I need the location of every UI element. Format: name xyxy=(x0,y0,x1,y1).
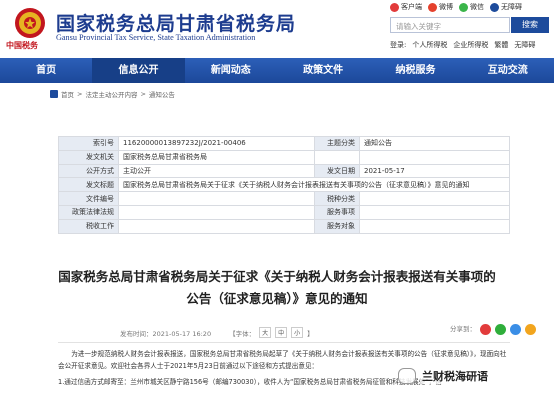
login-links: 登录: 个人所得税 企业所得税 繁體 无障碍 xyxy=(390,40,535,50)
table-row: 税收工作 服务对象 xyxy=(58,218,510,234)
login-link-personal-tax[interactable]: 个人所得税 xyxy=(412,40,447,50)
wechat-share-icon[interactable] xyxy=(495,324,506,335)
publish-time: 发布时间：2021-05-17 16:20 xyxy=(120,329,212,338)
table-row: 政策法律法规 服务事项 xyxy=(58,204,510,220)
document-title: 国家税务总局甘肃省税务局关于征求《关于纳税人财务会计报表报送有关事项的 公告（征… xyxy=(58,269,496,306)
table-row: 公开方式 主动公开 发文日期 2021-05-17 xyxy=(58,163,510,179)
main-nav: 首页 信息公开 新闻动态 政策文件 纳税服务 互动交流 xyxy=(0,58,554,83)
login-label: 登录: xyxy=(390,41,407,49)
wechat-logo-icon xyxy=(398,368,416,384)
weibo-share-icon[interactable] xyxy=(480,324,491,335)
top-links: 客户端 微博 微信 无障碍 xyxy=(390,2,522,12)
font-size-medium-button[interactable]: 中 xyxy=(275,327,288,338)
watermark-text: 兰财税海研语 xyxy=(420,368,490,384)
top-link-weibo[interactable]: 微博 xyxy=(428,2,453,12)
top-link-client[interactable]: 客户端 xyxy=(390,2,422,12)
more-share-icon[interactable] xyxy=(525,324,536,335)
weibo-icon xyxy=(428,2,437,12)
wechat-icon xyxy=(459,2,468,12)
traditional-chinese-link[interactable]: 繁體 xyxy=(494,40,508,50)
search-input[interactable]: 请输入关键字 xyxy=(390,17,510,33)
accessibility-link[interactable]: 无障碍 xyxy=(514,40,535,50)
table-row: 索引号 11620000013897232J/2021-00406 主题分类 通… xyxy=(58,136,510,151)
accessibility-icon xyxy=(490,2,499,12)
share-label: 分享到： xyxy=(450,325,476,333)
home-icon xyxy=(50,90,58,98)
breadcrumb: 首页 > 法定主动公开内容 > 通知公告 xyxy=(50,89,175,99)
breadcrumb-notices[interactable]: 通知公告 xyxy=(149,89,175,99)
top-link-wechat[interactable]: 微信 xyxy=(459,2,484,12)
qzone-share-icon[interactable] xyxy=(510,324,521,335)
nav-policy[interactable]: 政策文件 xyxy=(277,58,369,83)
font-size-small-button[interactable]: 小 xyxy=(291,327,304,338)
site-header: 中国税务 国家税务总局甘肃省税务局 Gansu Provincial Tax S… xyxy=(0,0,554,58)
divider xyxy=(58,342,510,343)
table-row: 发文标题 国家税务总局甘肃省税务局关于征求《关于纳税人财务会计报表报送有关事项的… xyxy=(58,177,510,193)
site-subtitle: Gansu Provincial Tax Service, State Taxa… xyxy=(56,33,256,42)
top-link-accessibility[interactable]: 无障碍 xyxy=(490,2,522,12)
emblem-caption: 中国税务 xyxy=(6,40,38,50)
login-link-corporate-tax[interactable]: 企业所得税 xyxy=(453,40,488,50)
table-row: 文件编号 税种分类 xyxy=(58,191,510,206)
font-size-large-button[interactable]: 大 xyxy=(259,327,272,338)
nav-interaction[interactable]: 互动交流 xyxy=(462,58,554,83)
nav-tax-service[interactable]: 纳税服务 xyxy=(369,58,461,83)
client-icon xyxy=(390,2,399,12)
breadcrumb-home[interactable]: 首页 xyxy=(61,89,74,99)
breadcrumb-public-content[interactable]: 法定主动公开内容 xyxy=(85,89,137,99)
font-size-label: 【字体： xyxy=(229,329,256,338)
document-info-table: 索引号 11620000013897232J/2021-00406 主题分类 通… xyxy=(58,136,510,234)
table-row: 发文机关 国家税务总局甘肃省税务局 xyxy=(58,149,510,165)
nav-home[interactable]: 首页 xyxy=(0,58,92,83)
nav-info-disclosure[interactable]: 信息公开 xyxy=(92,58,185,83)
share-bar: 分享到： xyxy=(450,324,536,335)
search-button[interactable]: 搜索 xyxy=(511,17,549,33)
wechat-watermark: 兰财税海研语 xyxy=(398,365,548,387)
site-title[interactable]: 国家税务总局甘肃省税务局 xyxy=(56,9,296,36)
nav-news[interactable]: 新闻动态 xyxy=(185,58,277,83)
document-meta: 发布时间：2021-05-17 16:20 【字体： 大 中 小 】 xyxy=(120,327,314,338)
